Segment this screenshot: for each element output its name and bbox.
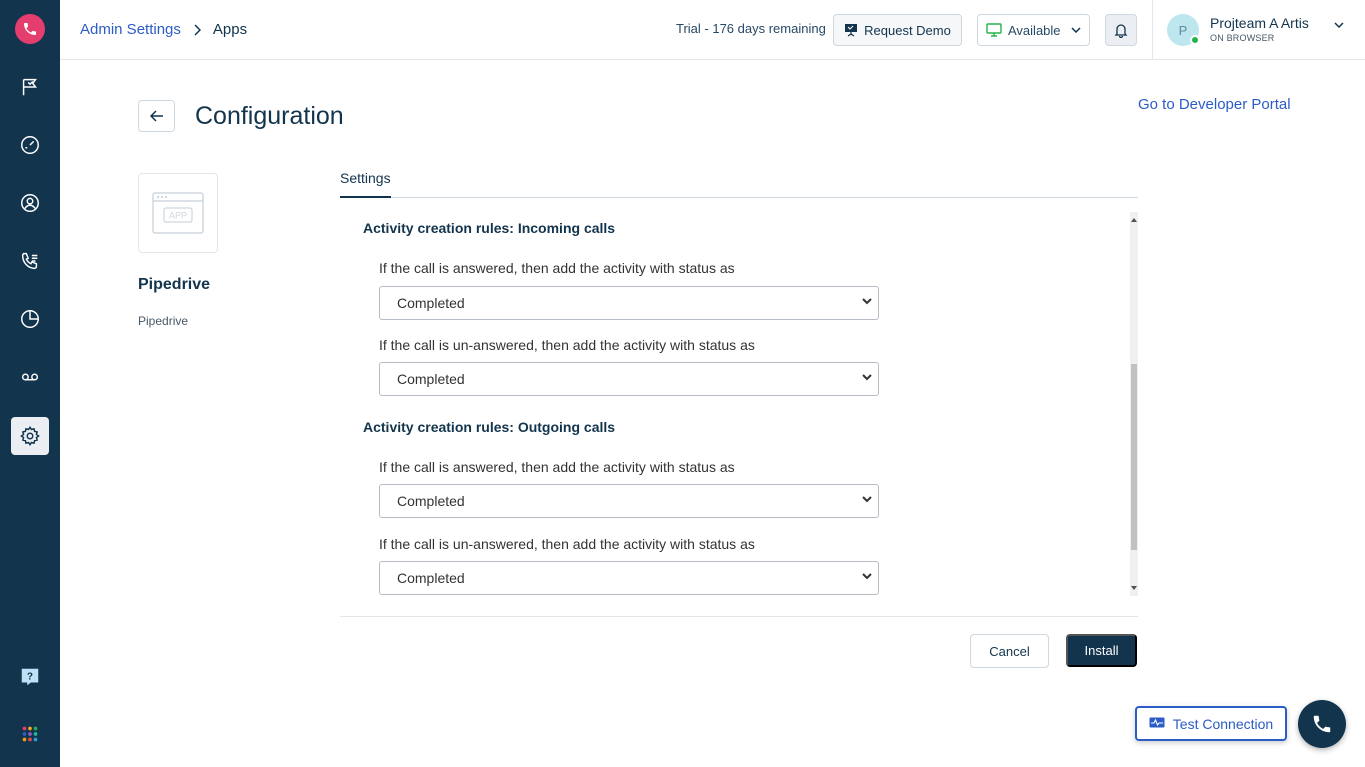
app-placeholder-text: APP <box>169 211 187 221</box>
presentation-icon <box>844 23 858 37</box>
settings-panel[interactable]: Activity creation rules: Incoming calls … <box>340 212 1138 596</box>
chevron-down-icon <box>862 496 872 503</box>
app-subtitle: Pipedrive <box>138 314 189 328</box>
avatar-initial: P <box>1178 22 1188 38</box>
voicemail-icon[interactable] <box>11 358 49 396</box>
test-connection-button[interactable]: Test Connection <box>1135 706 1287 741</box>
field-label: If the call is un-answered, then add the… <box>379 337 755 353</box>
phone-icon <box>1311 713 1333 735</box>
developer-portal-link[interactable]: Go to Developer Portal <box>1138 96 1291 113</box>
user-name[interactable]: Projteam A Artis <box>1210 15 1309 31</box>
online-status-dot <box>1190 35 1200 45</box>
scroll-up-arrow-icon[interactable] <box>1131 218 1137 222</box>
chevron-right-icon <box>193 23 201 36</box>
availability-label: Available <box>1008 22 1061 38</box>
app-window-icon: APP <box>152 192 204 234</box>
call-list-icon[interactable] <box>11 242 49 280</box>
section-title-incoming: Activity creation rules: Incoming calls <box>363 220 616 236</box>
help-icon[interactable]: ? <box>11 658 49 696</box>
avatar[interactable]: P <box>1167 14 1200 46</box>
install-button[interactable]: Install <box>1066 634 1137 667</box>
breadcrumb-apps: Apps <box>212 21 248 38</box>
field-label: If the call is answered, then add the ac… <box>379 260 735 276</box>
scrollbar-thumb[interactable] <box>1131 364 1137 550</box>
select-value: Completed <box>397 493 465 509</box>
request-demo-button[interactable]: Request Demo <box>833 14 962 46</box>
chevron-down-icon <box>862 374 872 381</box>
sidebar: ? <box>0 0 60 767</box>
select-value: Completed <box>397 570 465 586</box>
user-status-text: ON BROWSER <box>1210 33 1275 43</box>
monitor-icon <box>986 23 1002 37</box>
chevron-down-icon <box>862 298 872 305</box>
app-logo-placeholder: APP <box>138 173 218 253</box>
availability-dropdown[interactable]: Available <box>977 14 1090 46</box>
page-title: Configuration <box>195 102 344 130</box>
vertical-scrollbar[interactable] <box>1130 212 1138 596</box>
incoming-unanswered-status-select[interactable]: Completed <box>379 362 879 396</box>
breadcrumb-admin-settings[interactable]: Admin Settings <box>80 21 181 38</box>
incoming-answered-status-select[interactable]: Completed <box>379 286 879 320</box>
arrow-left-icon <box>149 110 164 122</box>
back-button[interactable] <box>138 100 175 132</box>
apps-grid-icon[interactable] <box>11 715 49 753</box>
flag-icon[interactable] <box>11 68 49 106</box>
chevron-down-icon <box>862 573 872 580</box>
call-dialer-button[interactable] <box>1298 700 1346 748</box>
outgoing-unanswered-status-select[interactable]: Completed <box>379 561 879 595</box>
field-label: If the call is answered, then add the ac… <box>379 459 735 475</box>
top-header: Admin Settings Apps Trial - 176 days rem… <box>60 0 1365 60</box>
reports-icon[interactable] <box>11 300 49 338</box>
help-label: ? <box>27 671 33 682</box>
app-name: Pipedrive <box>138 276 211 293</box>
contact-icon[interactable] <box>11 184 49 222</box>
trial-text[interactable]: Trial - 176 days remaining <box>676 21 826 36</box>
header-divider <box>1152 0 1153 60</box>
heartbeat-monitor-icon <box>1149 717 1165 730</box>
select-value: Completed <box>397 295 465 311</box>
scroll-down-arrow-icon[interactable] <box>1131 586 1137 590</box>
test-connection-label: Test Connection <box>1172 715 1274 732</box>
notifications-button[interactable] <box>1105 14 1137 46</box>
tab-settings[interactable]: Settings <box>340 170 391 198</box>
breadcrumb: Admin Settings Apps <box>80 21 247 38</box>
bell-icon <box>1113 22 1129 38</box>
section-title-outgoing: Activity creation rules: Outgoing calls <box>363 419 616 435</box>
chevron-down-icon <box>1071 27 1081 33</box>
settings-gear-icon[interactable] <box>11 417 49 455</box>
user-menu-chevron-icon[interactable] <box>1334 22 1344 28</box>
request-demo-label: Request Demo <box>864 22 951 38</box>
footer-divider <box>340 616 1138 617</box>
field-label: If the call is un-answered, then add the… <box>379 536 755 552</box>
dashboard-gauge-icon[interactable] <box>11 126 49 164</box>
tab-bar: Settings <box>340 160 1138 198</box>
select-value: Completed <box>397 371 465 387</box>
phone-logo-icon[interactable] <box>15 14 45 44</box>
cancel-button[interactable]: Cancel <box>970 634 1049 668</box>
outgoing-answered-status-select[interactable]: Completed <box>379 484 879 518</box>
